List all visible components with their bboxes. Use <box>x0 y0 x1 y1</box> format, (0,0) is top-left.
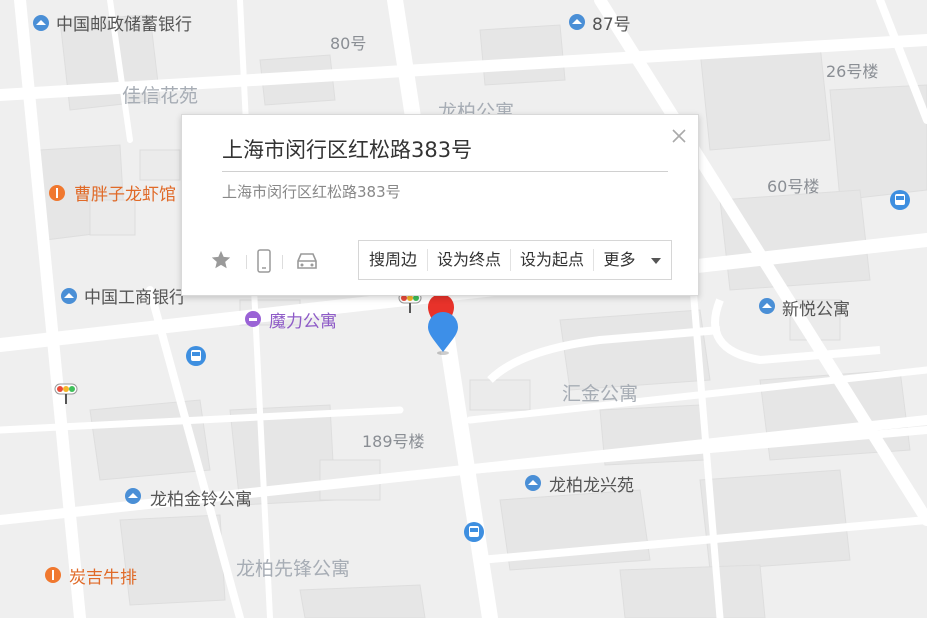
label-no189: 189号楼 <box>362 432 425 451</box>
label-xinyue[interactable]: 新悦公寓 <box>782 300 850 320</box>
traffic-light-icon <box>54 383 78 409</box>
more-button[interactable]: 更多 <box>594 241 670 279</box>
food-icon <box>48 185 66 203</box>
label-caopangzi[interactable]: 曹胖子龙虾馆 <box>74 185 176 205</box>
hotel-icon <box>244 311 262 329</box>
icon-separator <box>282 255 283 269</box>
label-no60: 60号楼 <box>767 177 820 196</box>
poi-pin-icon <box>60 288 78 306</box>
popup-title: 上海市闵行区红松路383号 <box>222 138 473 162</box>
label-longbai-xianfeng: 龙柏先锋公寓 <box>236 558 351 580</box>
food-icon <box>44 567 62 585</box>
label-no26: 26号楼 <box>826 62 879 81</box>
label-huijin: 汇金公寓 <box>562 383 639 405</box>
close-icon[interactable] <box>670 127 688 145</box>
label-longbai-longxing[interactable]: 龙柏龙兴苑 <box>549 476 634 496</box>
phone-icon[interactable] <box>256 249 272 273</box>
label-tanji[interactable]: 炭吉牛排 <box>69 568 137 588</box>
star-icon[interactable] <box>210 249 232 273</box>
poi-pin-icon <box>32 15 50 33</box>
poi-pin-icon <box>568 14 586 32</box>
popup-divider <box>222 171 668 172</box>
more-label: 更多 <box>603 250 636 269</box>
car-icon[interactable] <box>294 249 320 273</box>
poi-pin-icon <box>758 298 776 316</box>
popup-action-bar: 搜周边 设为终点 设为起点 更多 <box>358 240 672 280</box>
label-longbai-jinling[interactable]: 龙柏金铃公寓 <box>150 490 252 510</box>
popup-address: 上海市闵行区红松路383号 <box>222 183 401 201</box>
location-popup: 上海市闵行区红松路383号 上海市闵行区红松路383号 搜周边 设为终点 设为起… <box>181 114 699 296</box>
caret-down-icon <box>650 257 661 264</box>
bus-stop-icon[interactable] <box>464 522 484 542</box>
label-postal-bank[interactable]: 中国邮政储蓄银行 <box>56 15 192 35</box>
icon-separator <box>246 255 247 269</box>
bus-stop-icon[interactable] <box>890 190 910 210</box>
poi-pin-icon <box>524 475 542 493</box>
bus-stop-icon[interactable] <box>186 346 206 366</box>
set-destination-button[interactable]: 设为终点 <box>428 241 510 279</box>
label-icbc[interactable]: 中国工商银行 <box>84 288 186 308</box>
poi-pin-icon <box>124 488 142 506</box>
location-marker-icon[interactable] <box>426 310 460 356</box>
search-nearby-button[interactable]: 搜周边 <box>359 241 427 279</box>
label-jiaxin: 佳信花苑 <box>122 85 199 107</box>
label-moli[interactable]: 魔力公寓 <box>269 312 337 332</box>
label-no80: 80号 <box>330 34 367 53</box>
label-no87[interactable]: 87号 <box>592 15 631 35</box>
set-origin-button[interactable]: 设为起点 <box>511 241 593 279</box>
